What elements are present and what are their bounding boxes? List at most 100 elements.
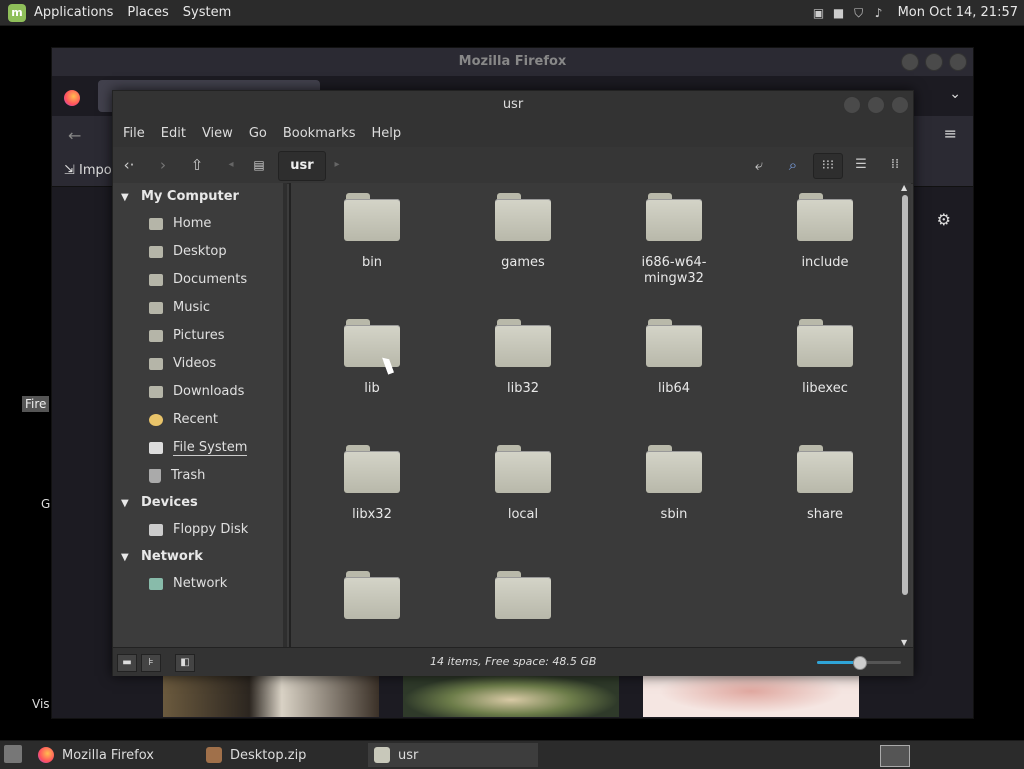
folder-icon — [797, 319, 853, 367]
sidebar-item-floppy-disk[interactable]: Floppy Disk — [149, 522, 248, 537]
sidebar-item-documents[interactable]: Documents — [149, 272, 247, 287]
firefox-titlebar[interactable]: Mozilla Firefox — [52, 48, 973, 76]
list-view-button[interactable]: ☰ — [847, 153, 875, 177]
firefox-logo-icon[interactable] — [64, 90, 80, 106]
task-usr[interactable]: usr — [368, 743, 538, 767]
folder-item[interactable]: lib32 — [463, 319, 583, 397]
folder-icon — [344, 571, 400, 619]
vertical-scrollbar[interactable]: ▲ ▼ — [899, 183, 911, 647]
maximize-button[interactable] — [867, 96, 885, 114]
path-left-arrow-icon[interactable]: ◂ — [221, 155, 241, 175]
sidebar-item-network[interactable]: Network — [149, 576, 227, 591]
folder-name: sbin — [660, 507, 688, 522]
minimize-button[interactable] — [843, 96, 861, 114]
firefox-close-button[interactable] — [949, 53, 967, 71]
folder-icon — [344, 319, 400, 367]
firefox-task-icon — [38, 747, 54, 763]
close-button[interactable] — [891, 96, 909, 114]
folder-item[interactable]: games — [463, 193, 583, 271]
folder-item[interactable]: include — [765, 193, 885, 271]
folder-item[interactable]: libexec — [765, 319, 885, 397]
folder-item[interactable]: local — [463, 445, 583, 523]
menu-file[interactable]: File — [115, 126, 153, 141]
sidebar-item-home[interactable]: Home — [149, 216, 211, 231]
sidebar-item-desktop[interactable]: Desktop — [149, 244, 227, 259]
menu-help[interactable]: Help — [363, 126, 409, 141]
sidebar-item-videos[interactable]: Videos — [149, 356, 216, 371]
sidebar-section-network[interactable]: ▼ Network — [121, 549, 203, 564]
sidebar-item-recent[interactable]: Recent — [149, 412, 218, 427]
zoom-slider-knob[interactable] — [853, 656, 867, 670]
sidebar-section-devices[interactable]: ▼ Devices — [121, 495, 198, 510]
network-tray-icon[interactable]: ▣ — [812, 6, 826, 20]
system-menu[interactable]: System — [183, 5, 231, 20]
task-desktop-zip[interactable]: Desktop.zip — [200, 743, 366, 767]
folder-item[interactable] — [463, 571, 583, 633]
folder-item[interactable]: i686-w64-mingw32 — [614, 193, 734, 287]
places-menu[interactable]: Places — [127, 5, 168, 20]
shield-tray-icon[interactable]: ⛉ — [852, 6, 866, 20]
hide-sidebar-icon[interactable]: ◧ — [175, 654, 195, 672]
settings-gear-icon[interactable]: ⚙ — [937, 210, 951, 229]
import-bookmarks-button[interactable]: ⇲ Impo — [64, 163, 112, 178]
news-thumbnail-2[interactable] — [403, 674, 619, 717]
path-right-arrow-icon[interactable]: ▸ — [327, 155, 347, 175]
sidebar-item-file-system[interactable]: File System — [149, 440, 248, 456]
applications-menu[interactable]: Applications — [34, 5, 113, 20]
folder-item[interactable]: sbin — [614, 445, 734, 523]
scroll-up-arrow-icon[interactable]: ▲ — [901, 183, 907, 192]
mint-menu-icon[interactable]: m — [8, 3, 26, 22]
folder-name: include — [801, 255, 849, 270]
search-icon[interactable]: ⌕ — [783, 155, 803, 175]
sidebar-item-pictures[interactable]: Pictures — [149, 328, 224, 343]
sidebar-item-downloads[interactable]: Downloads — [149, 384, 244, 399]
folder-item[interactable] — [312, 571, 432, 633]
folder-name: bin — [361, 255, 383, 270]
tab-list-chevron-icon[interactable]: ⌄ — [949, 86, 961, 102]
toggle-location-icon[interactable]: ⤶ — [749, 155, 769, 175]
icon-view-button[interactable]: ⁝⁝⁝ — [813, 153, 843, 179]
folder-item[interactable]: lib64 — [614, 319, 734, 397]
folder-item[interactable]: share — [765, 445, 885, 523]
news-thumbnail-3[interactable] — [643, 674, 859, 717]
folder-item[interactable]: lib — [312, 319, 432, 397]
up-icon[interactable]: ⇧ — [187, 155, 207, 175]
scroll-down-arrow-icon[interactable]: ▼ — [901, 638, 907, 647]
sidebar-item-trash[interactable]: Trash — [149, 468, 205, 483]
menu-go[interactable]: Go — [241, 126, 275, 141]
show-places-icon[interactable]: ▬ — [117, 654, 137, 672]
filesystem-crumb-icon[interactable]: ▤ — [249, 155, 269, 175]
compact-view-button[interactable]: ⁞⁞ — [881, 153, 909, 177]
task-firefox[interactable]: Mozilla Firefox — [32, 743, 198, 767]
scroll-thumb[interactable] — [902, 195, 908, 595]
menu-view[interactable]: View — [194, 126, 241, 141]
path-crumb-usr[interactable]: usr — [278, 151, 326, 181]
folder-item[interactable]: libx32 — [312, 445, 432, 523]
window-title: usr — [502, 97, 524, 112]
clock[interactable]: Mon Oct 14, 21:57 — [898, 5, 1018, 20]
news-thumbnail-1[interactable] — [163, 674, 379, 717]
back-icon[interactable]: ‹· — [119, 155, 139, 175]
folder-item[interactable]: bin — [312, 193, 432, 271]
music-folder-icon — [149, 301, 163, 314]
folder-icon — [344, 445, 400, 493]
update-tray-icon[interactable]: ■ — [832, 6, 846, 20]
home-folder-icon — [149, 217, 163, 230]
archive-icon — [206, 747, 222, 763]
show-treeview-icon[interactable]: ⊧ — [141, 654, 161, 672]
firefox-maximize-button[interactable] — [925, 53, 943, 71]
back-arrow-icon[interactable]: ← — [68, 126, 81, 145]
sidebar-item-music[interactable]: Music — [149, 300, 210, 315]
downloads-folder-icon — [149, 385, 163, 398]
workspace-switcher[interactable] — [880, 745, 910, 767]
menu-bookmarks[interactable]: Bookmarks — [275, 126, 364, 141]
zoom-slider[interactable] — [817, 656, 901, 670]
show-desktop-icon[interactable] — [4, 745, 22, 763]
volume-tray-icon[interactable]: ♪ — [872, 6, 886, 20]
file-manager-titlebar[interactable]: usr — [113, 91, 913, 119]
menu-edit[interactable]: Edit — [153, 126, 194, 141]
forward-icon[interactable]: › — [153, 155, 173, 175]
firefox-minimize-button[interactable] — [901, 53, 919, 71]
hamburger-menu-icon[interactable]: ≡ — [944, 124, 957, 143]
sidebar-section-my-computer[interactable]: ▼ My Computer — [121, 189, 239, 204]
